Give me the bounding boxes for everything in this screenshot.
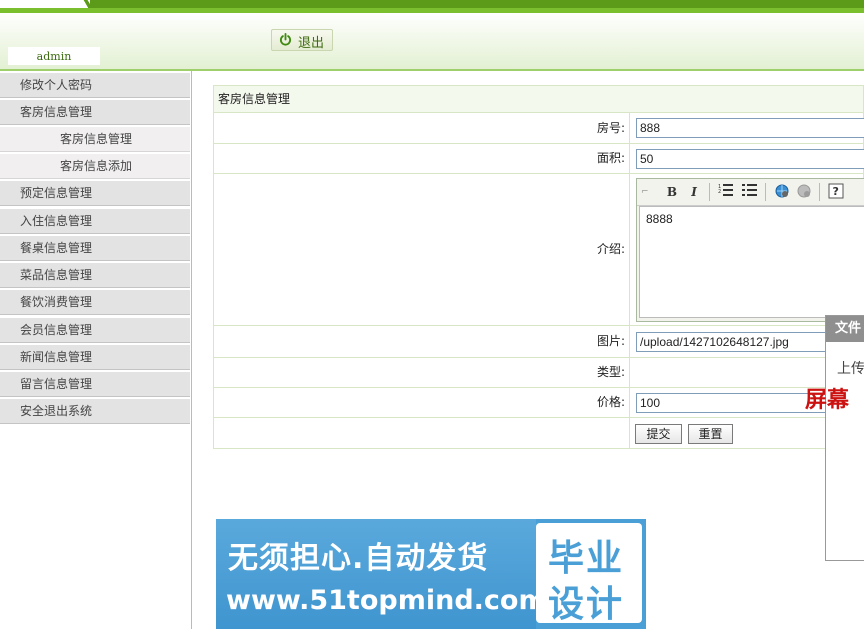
image-label: 图片: <box>214 326 630 357</box>
toolbar-separator <box>819 183 820 201</box>
dialog-red-text: 屏幕 <box>805 387 850 413</box>
svg-text:?: ? <box>833 185 839 198</box>
sidebar-border <box>191 71 192 629</box>
header <box>0 8 864 70</box>
toolbar-separator <box>765 183 766 201</box>
form-title: 客房信息管理 <box>213 85 864 113</box>
ordered-list-icon[interactable]: 12 <box>717 183 735 201</box>
unordered-list-icon[interactable] <box>741 183 759 201</box>
sidebar-item-room-management[interactable]: 客房信息管理 <box>0 100 190 125</box>
banner-badge-bottom: 设计 <box>548 584 625 625</box>
sidebar: 修改个人密码 客房信息管理 客房信息管理 客房信息添加 预定信息管理 入住信息管… <box>0 71 190 629</box>
form-row-room-no: 房号: <box>213 113 864 144</box>
sidebar-subitem-room-add[interactable]: 客房信息添加 <box>0 154 190 179</box>
banner-left: 无须担心.自动发货 www.51topmind.com <box>216 519 547 629</box>
logout-button[interactable]: 退出 <box>271 29 333 51</box>
sidebar-item-messages[interactable]: 留言信息管理 <box>0 372 190 397</box>
sidebar-item-change-password[interactable]: 修改个人密码 <box>0 73 190 98</box>
submit-button[interactable]: 提交 <box>635 424 682 444</box>
banner-url: www.51topmind.com <box>226 585 547 616</box>
sidebar-item-logout[interactable]: 安全退出系统 <box>0 399 190 424</box>
sidebar-item-tables[interactable]: 餐桌信息管理 <box>0 236 190 261</box>
price-label: 价格: <box>214 388 630 417</box>
unlink-icon[interactable] <box>795 183 813 201</box>
sidebar-item-checkin[interactable]: 入住信息管理 <box>0 209 190 234</box>
username: admin <box>8 47 100 65</box>
form-row-type: 类型: <box>213 358 864 388</box>
area-input[interactable] <box>636 149 864 169</box>
help-icon[interactable]: ? <box>827 183 845 201</box>
top-strip-bar <box>90 0 864 8</box>
sidebar-subitem-room-list[interactable]: 客房信息管理 <box>0 127 190 152</box>
reset-button[interactable]: 重置 <box>688 424 733 444</box>
type-label: 类型: <box>214 358 630 387</box>
form-row-actions: 提交 重置 <box>213 418 864 449</box>
logout-label: 退出 <box>298 36 325 51</box>
top-strip <box>0 0 864 18</box>
power-icon <box>279 33 292 46</box>
intro-label: 介绍: <box>214 174 630 325</box>
toolbar-grip-icon: ⌐ <box>641 187 649 197</box>
italic-icon[interactable]: I <box>685 183 703 201</box>
form-row-price: 价格: <box>213 388 864 418</box>
upload-dialog: 文件 上传 <box>825 315 864 561</box>
room-no-label: 房号: <box>214 113 630 143</box>
banner-slogan: 无须担心.自动发货 <box>228 541 489 576</box>
area-label: 面积: <box>214 144 630 173</box>
sidebar-item-booking[interactable]: 预定信息管理 <box>0 181 190 206</box>
dialog-title: 文件 <box>826 316 864 342</box>
banner-badge-top: 毕业 <box>548 538 625 579</box>
actions-label-cell <box>214 418 630 448</box>
sidebar-item-dishes[interactable]: 菜品信息管理 <box>0 263 190 288</box>
banner-badge: 毕业 设计 <box>536 523 642 625</box>
toolbar-separator <box>709 183 710 201</box>
room-no-input[interactable] <box>636 118 864 138</box>
rich-text-editor: ⌐ B I 12 ? 8888 <box>636 178 864 322</box>
svg-text:2: 2 <box>718 189 721 195</box>
image-path-input[interactable] <box>636 332 836 352</box>
sidebar-item-dining-consumption[interactable]: 餐饮消费管理 <box>0 290 190 315</box>
sidebar-item-members[interactable]: 会员信息管理 <box>0 318 190 343</box>
form-row-intro: 介绍: ⌐ B I 12 ? 8888 <box>213 174 864 326</box>
intro-editor-textarea[interactable]: 8888 <box>639 206 864 318</box>
editor-toolbar: ⌐ B I 12 ? <box>637 179 864 206</box>
sidebar-item-news[interactable]: 新闻信息管理 <box>0 345 190 370</box>
link-icon[interactable] <box>773 183 791 201</box>
form-row-image: 图片: <box>213 326 864 358</box>
watermark-banner: 无须担心.自动发货 www.51topmind.com 毕业 设计 <box>216 519 646 629</box>
form-row-area: 面积: <box>213 144 864 174</box>
dialog-message: 上传 <box>837 361 864 377</box>
bold-icon[interactable]: B <box>663 183 681 201</box>
